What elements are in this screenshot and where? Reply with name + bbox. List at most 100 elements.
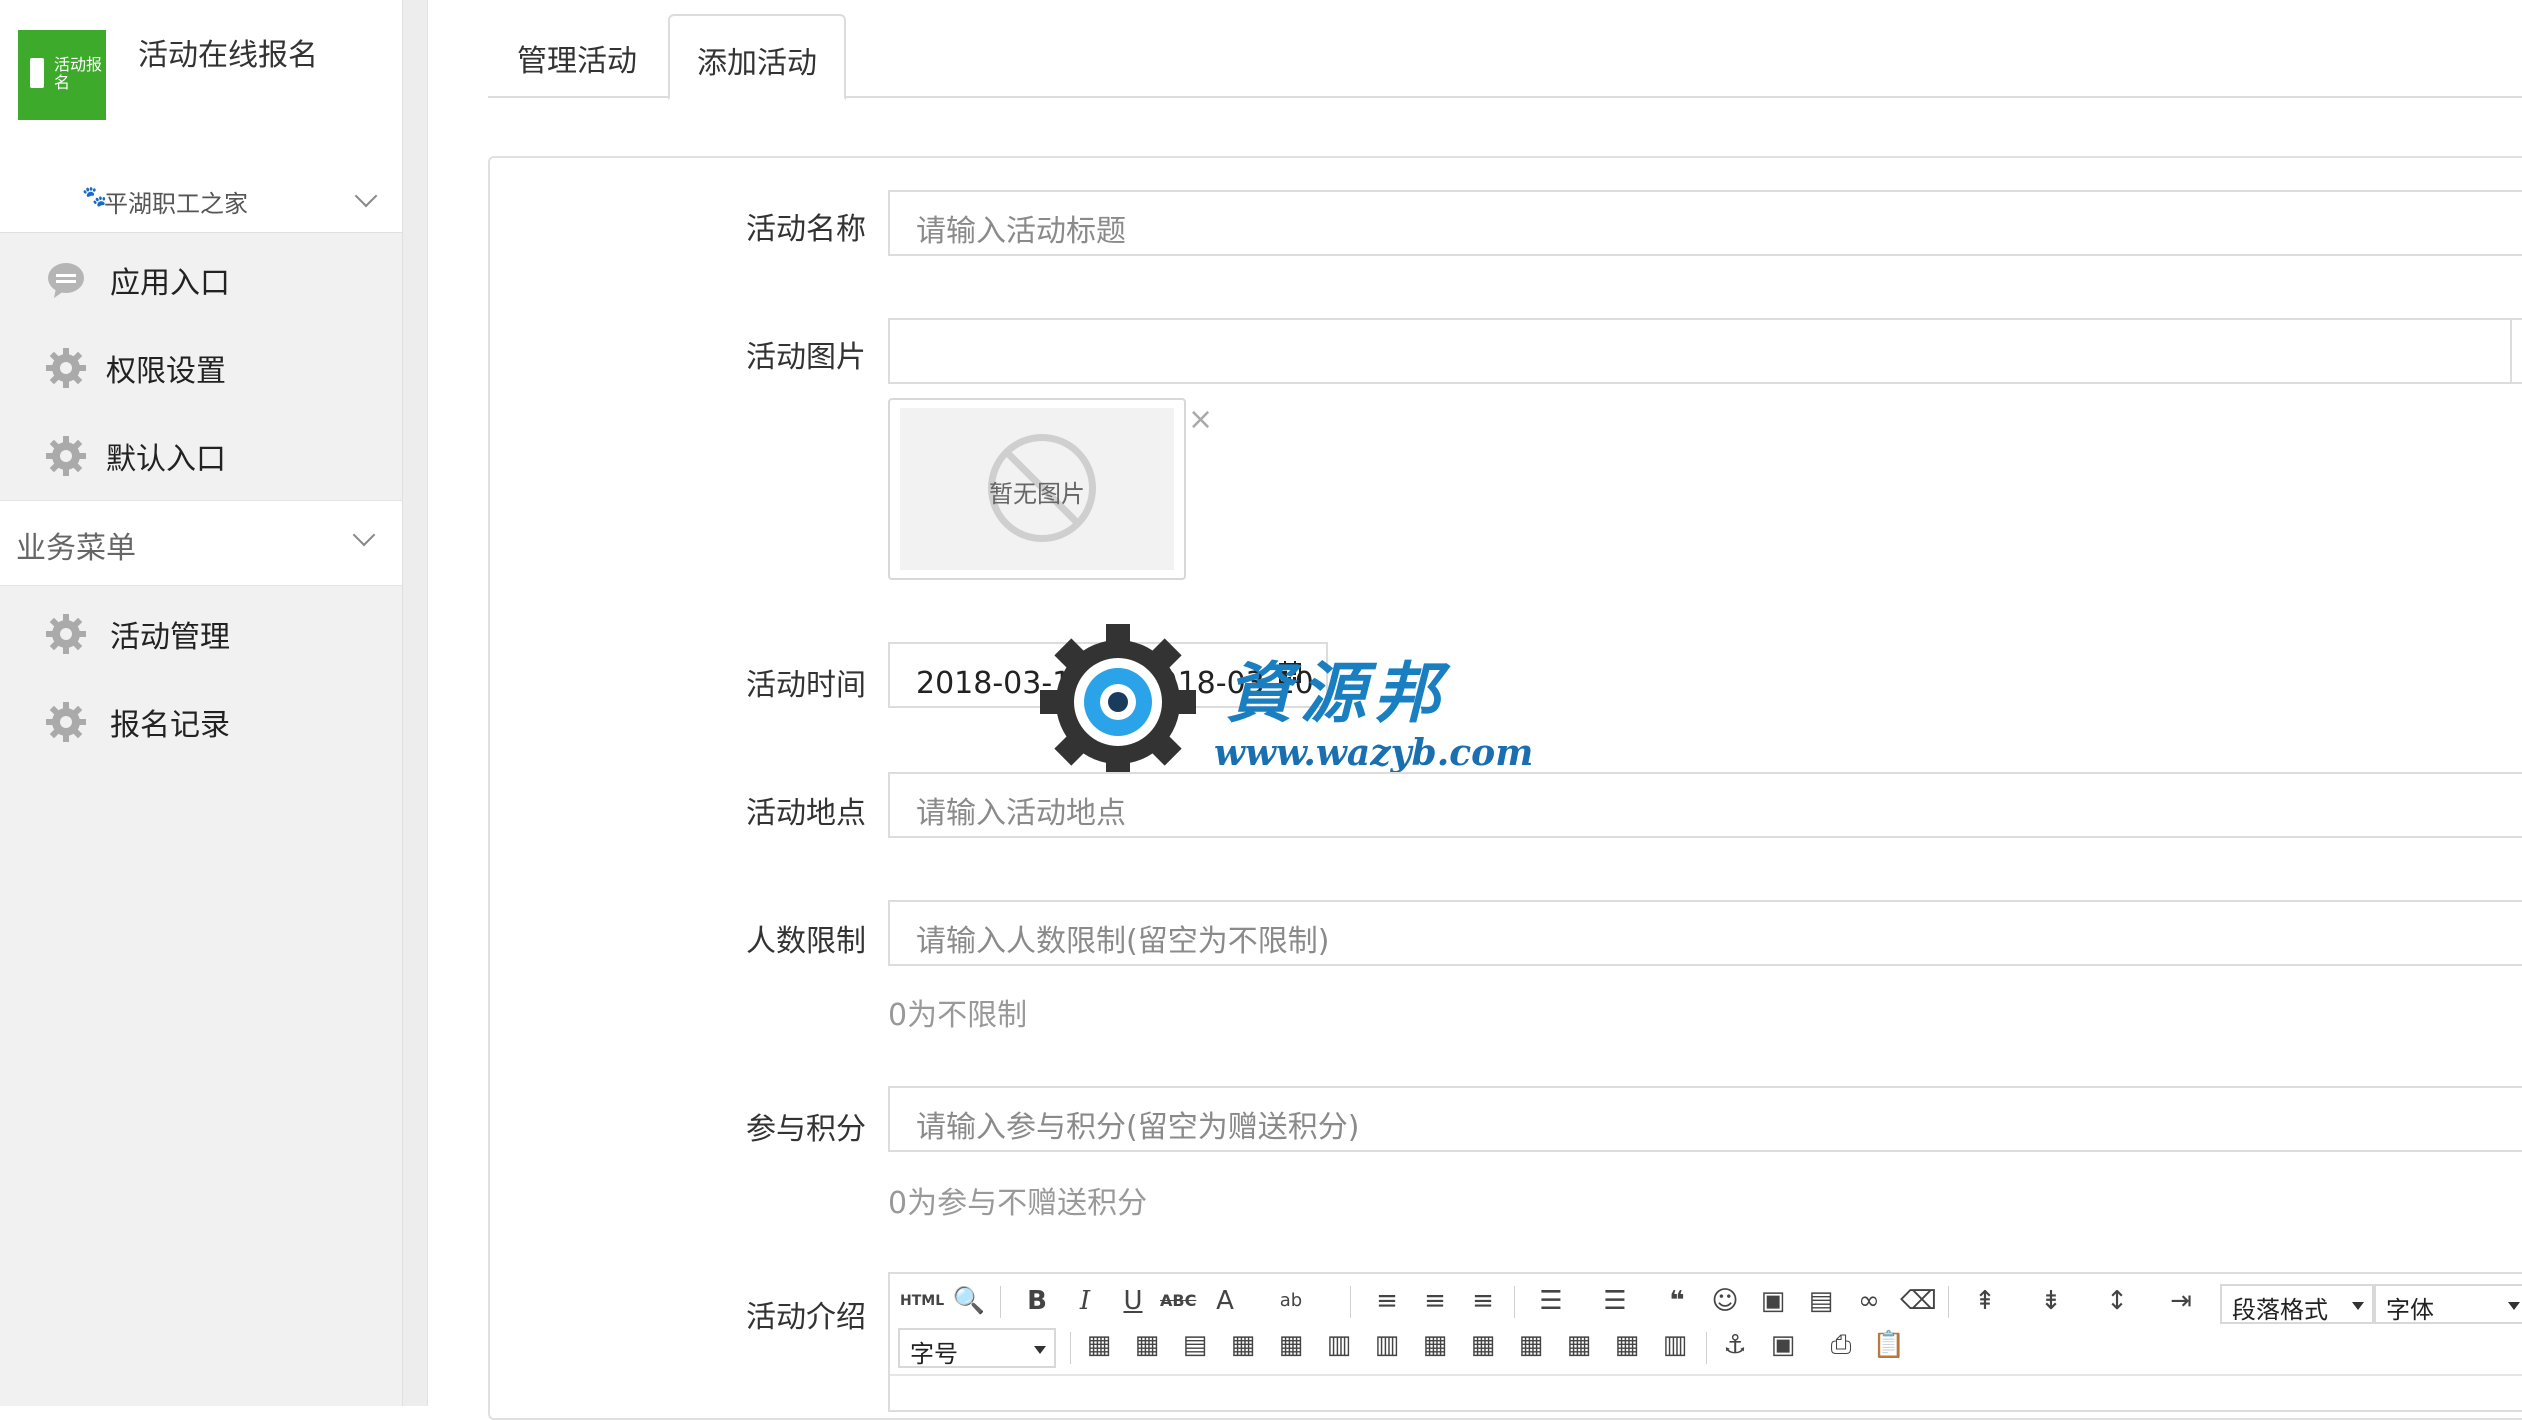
font-family-select[interactable]: 字体 [2374,1284,2522,1324]
chat-bubble-icon [48,263,84,298]
italic-button[interactable]: I [1068,1284,1102,1318]
tab-label: 管理活动 [517,44,637,79]
align-center-icon[interactable]: ≡ [1418,1284,1452,1318]
paste-plain-icon[interactable]: 📋 [1872,1328,1906,1362]
app-name: 活动在线报名 [138,38,318,73]
sidebar-item-label: 活动管理 [110,620,230,655]
paragraph-format-value: 段落格式 [2232,1296,2328,1324]
insert-row-icon[interactable]: ▦ [1226,1328,1260,1362]
font-color-button[interactable]: A [1208,1284,1242,1318]
editor-toolbar-row-1: HTML 🔍 B I U ABC A ab ≡ ≡ ≡ ☰ ☰ ❝ ☺ ▣ ▤ … [890,1284,2522,1334]
sidebar-item-label: 默认入口 [106,442,226,477]
align-right-icon[interactable]: ≡ [1466,1284,1500,1318]
blockquote-icon[interactable]: ❝ [1660,1284,1694,1318]
gear-icon [46,614,86,654]
row-spacing-bottom-icon[interactable]: ⇟ [2034,1284,2068,1318]
org-switcher[interactable]: 🐾 平湖职工之家 [0,172,402,233]
section-label: 业务菜单 [16,531,136,566]
sidebar-item-app-entry[interactable]: 应用入口 [0,236,402,316]
tab-manage-activity[interactable]: 管理活动 [488,14,666,96]
indent-icon[interactable]: ⇥ [2164,1284,2198,1318]
title-input[interactable]: 请输入活动标题 [888,190,2522,256]
print-icon[interactable]: ⎙ [1824,1328,1858,1362]
underline-button[interactable]: U [1116,1284,1150,1318]
sidebar-item-default-entry[interactable]: 默认入口 [0,412,402,492]
split-columns-icon[interactable]: ▥ [1658,1328,1692,1362]
logo-text: 活动报名 [54,55,103,92]
delete-table-icon[interactable]: ▦ [1130,1328,1164,1362]
app-logo: 活动报名 [18,30,106,120]
remove-image-close-icon[interactable]: × [1188,402,1213,437]
toolbar-separator [1706,1332,1707,1364]
gear-icon [46,348,86,388]
gear-icon [46,702,86,742]
font-family-value: 字体 [2386,1296,2434,1324]
insert-image-icon[interactable]: ▣ [1766,1328,1800,1362]
chevron-down-icon [352,523,376,547]
time-label: 活动时间 [746,668,866,703]
image-url-input[interactable] [888,318,2522,384]
editor-toolbar-row-2: 字号 ▦ ▦ ▤ ▦ ▦ ▥ ▥ ▦ ▦ ▦ ▦ ▦ ▥ ⚓ ▣ ⎙ 📋 [890,1328,2522,1378]
ordered-list-icon[interactable]: ☰ [1534,1284,1568,1318]
font-size-select[interactable]: 字号 [898,1328,1056,1368]
merge-down-icon[interactable]: ▦ [1514,1328,1548,1362]
location-input[interactable]: 请输入活动地点 [888,772,2522,838]
toolbar-separator [1514,1286,1515,1318]
editor-content-divider [890,1374,2522,1376]
paragraph-format-select[interactable]: 段落格式 [2220,1284,2374,1324]
row-spacing-top-icon[interactable]: ⇞ [1968,1284,2002,1318]
points-input[interactable]: 请输入参与积分(留空为赠送积分) [888,1086,2522,1152]
intro-label: 活动介绍 [746,1300,866,1335]
delete-row-icon[interactable]: ▦ [1274,1328,1308,1362]
limit-input[interactable]: 请输入人数限制(留空为不限制) [888,900,2522,966]
watermark-text: 資源邦 [1226,654,1448,732]
chevron-down-icon [2352,1302,2364,1310]
sidebar-item-registration-records[interactable]: 报名记录 [0,678,402,758]
tab-bar: 管理活动 添加活动 [488,0,2522,100]
sidebar-item-permissions[interactable]: 权限设置 [0,324,402,404]
line-height-icon[interactable]: ↕ [2100,1284,2134,1318]
book-icon [30,58,44,88]
font-size-value: 字号 [910,1340,958,1368]
insert-table-icon[interactable]: ▦ [1082,1328,1116,1362]
image-placeholder: 暂无图片 [900,408,1174,570]
unordered-list-icon[interactable]: ☰ [1598,1284,1632,1318]
insert-column-icon[interactable]: ▥ [1322,1328,1356,1362]
anchor-icon[interactable]: ⚓ [1718,1328,1752,1362]
video-insert-icon[interactable]: ▤ [1804,1284,1838,1318]
toolbar-separator [1000,1286,1001,1318]
delete-column-icon[interactable]: ▥ [1370,1328,1404,1362]
title-label: 活动名称 [746,212,866,247]
merge-right-icon[interactable]: ▦ [1466,1328,1500,1362]
no-image-text: 暂无图片 [989,480,1085,508]
emoticon-icon[interactable]: ☺ [1708,1284,1742,1318]
limit-help-text: 0为不限制 [888,998,1028,1033]
background-color-icon[interactable]: ab [1274,1284,1308,1318]
sidebar-item-label: 应用入口 [110,266,230,301]
split-rows-icon[interactable]: ▦ [1610,1328,1644,1362]
bold-button[interactable]: B [1020,1284,1054,1318]
rich-text-editor: HTML 🔍 B I U ABC A ab ≡ ≡ ≡ ☰ ☰ ❝ ☺ ▣ ▤ … [888,1272,2522,1412]
link-icon[interactable]: ∞ [1852,1284,1886,1318]
chevron-down-icon [354,184,378,208]
align-left-icon[interactable]: ≡ [1370,1284,1404,1318]
points-label: 参与积分 [746,1112,866,1147]
image-insert-icon[interactable]: ▣ [1756,1284,1790,1318]
toolbar-separator [1948,1286,1949,1318]
preview-search-icon[interactable]: 🔍 [952,1284,986,1318]
tab-add-activity[interactable]: 添加活动 [668,14,846,100]
split-cells-icon[interactable]: ▦ [1562,1328,1596,1362]
sidebar: 活动报名 活动在线报名 🐾 平湖职工之家 应用入口 权限设置 默认入口 业务菜单… [0,0,403,1406]
input-addon-divider [2510,320,2512,382]
insert-caption-icon[interactable]: ▤ [1178,1328,1212,1362]
eraser-icon[interactable]: ⌫ [1900,1284,1937,1318]
sidebar-section-business-menu[interactable]: 业务菜单 [0,500,402,586]
sidebar-item-activity-management[interactable]: 活动管理 [0,590,402,670]
chevron-down-icon [2508,1302,2520,1310]
watermark-url: www.wazyb.com [1214,732,1534,774]
points-placeholder: 请输入参与积分(留空为赠送积分) [916,1110,1360,1145]
html-source-button[interactable]: HTML [900,1284,944,1318]
strikethrough-button[interactable]: ABC [1160,1284,1196,1318]
gear-icon [46,436,86,476]
merge-cells-icon[interactable]: ▦ [1418,1328,1452,1362]
